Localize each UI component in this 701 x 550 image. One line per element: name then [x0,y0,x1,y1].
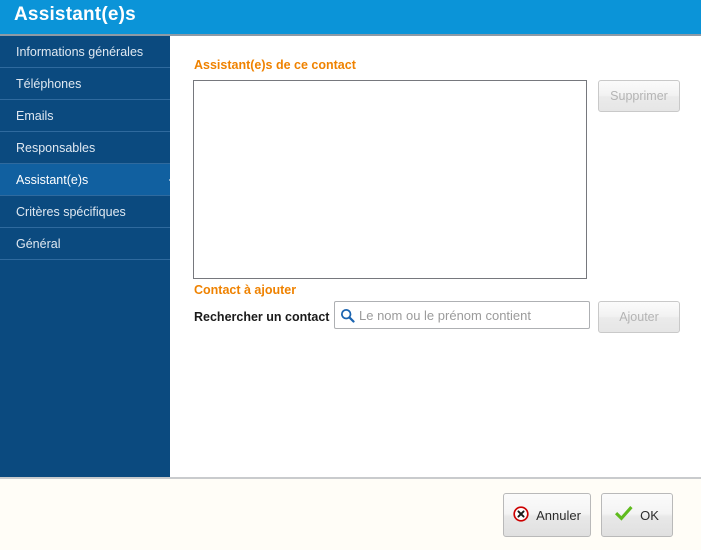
sidebar-item-label: Assistant(e)s [16,173,89,187]
sidebar-item-informations-generales[interactable]: Informations générales [0,36,170,68]
search-icon [335,302,359,328]
sidebar-item-telephones[interactable]: Téléphones [0,68,170,100]
ok-button[interactable]: OK [601,493,673,537]
cancel-button-label: Annuler [536,507,581,523]
delete-button[interactable]: Supprimer [598,80,680,112]
add-contact-section-title: Contact à ajouter [194,283,297,297]
cancel-circle-icon [513,505,529,525]
search-contact-box[interactable] [334,301,590,329]
sidebar-item-label: Responsables [16,141,96,155]
sidebar-item-label: Téléphones [16,77,82,91]
cancel-button[interactable]: Annuler [503,493,591,537]
checkmark-icon [615,505,633,526]
sidebar-item-criteres-specifiques[interactable]: Critères spécifiques [0,196,170,228]
sidebar-item-assistants[interactable]: Assistant(e)s [0,164,170,196]
sidebar-item-label: Critères spécifiques [16,205,126,219]
window-titlebar: Assistant(e)s [0,0,701,34]
main-content: Assistant(e)s de ce contact Supprimer Co… [170,34,701,477]
window-title: Assistant(e)s [14,4,136,25]
sidebar-item-responsables[interactable]: Responsables [0,132,170,164]
sidebar-item-label: Emails [16,109,54,123]
search-input[interactable] [359,303,589,327]
sidebar-item-emails[interactable]: Emails [0,100,170,132]
assistants-section-title: Assistant(e)s de ce contact [194,58,356,72]
dialog-footer: Annuler OK [0,477,701,550]
sidebar-item-label: Informations générales [16,45,144,59]
sidebar-item-general[interactable]: Général [0,228,170,260]
ok-button-label: OK [640,507,659,523]
assistants-dialog: Assistant(e)s Informations générales Tél… [0,0,701,550]
assistants-listbox[interactable] [193,80,587,279]
search-contact-label: Rechercher un contact : [194,310,338,324]
search-contact-row: Rechercher un contact : [194,301,594,333]
active-indicator-arrow-icon [158,164,170,196]
add-button[interactable]: Ajouter [598,301,680,333]
sidebar-nav: Informations générales Téléphones Emails… [0,34,170,477]
sidebar-item-label: Général [16,237,61,251]
